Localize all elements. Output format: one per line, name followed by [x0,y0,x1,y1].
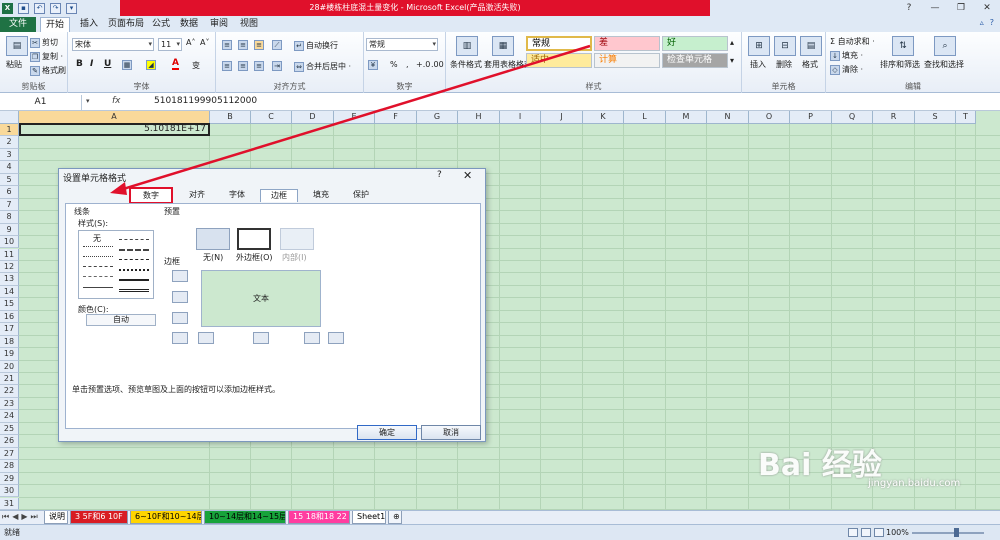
sheet-tabs-bar: ⏮ ◀ ▶ ⏭ 说明 3 5F和6 10F 6~10F和10~14层 10~14层和1… [0,510,1000,524]
page-break-view-icon[interactable] [874,528,884,537]
sheet-tab[interactable]: 3 5F和6 10F [70,511,128,524]
view-buttons [848,528,884,537]
zoom-slider[interactable] [912,532,984,534]
zoom-slider-knob[interactable] [954,528,959,537]
last-sheet-icon[interactable]: ⏭ [31,512,38,522]
status-bar: 就绪 100% [0,524,1000,540]
normal-view-icon[interactable] [848,528,858,537]
sheet-tab[interactable]: 说明 [44,511,68,524]
sheet-tab[interactable]: Sheet1 [352,511,386,524]
prev-sheet-icon[interactable]: ◀ [12,512,18,522]
status-text: 就绪 [4,528,20,537]
zoom-level[interactable]: 100% [886,525,909,540]
sheet-tab[interactable]: 10~14层和14~15层 [204,511,286,524]
baidu-watermark: Bai 经验 [758,448,882,483]
insert-sheet-icon[interactable]: ⊕ [388,511,402,524]
sheet-tab[interactable]: 6~10F和10~14层 [130,511,202,524]
page-layout-view-icon[interactable] [861,528,871,537]
first-sheet-icon[interactable]: ⏮ [2,512,9,522]
next-sheet-icon[interactable]: ▶ [21,512,27,522]
sheet-tab[interactable]: 15 18和18 22 [288,511,350,524]
sheet-nav-arrows: ⏮ ◀ ▶ ⏭ [2,512,38,522]
baidu-watermark-url: jingyan.baidu.com [868,478,961,489]
